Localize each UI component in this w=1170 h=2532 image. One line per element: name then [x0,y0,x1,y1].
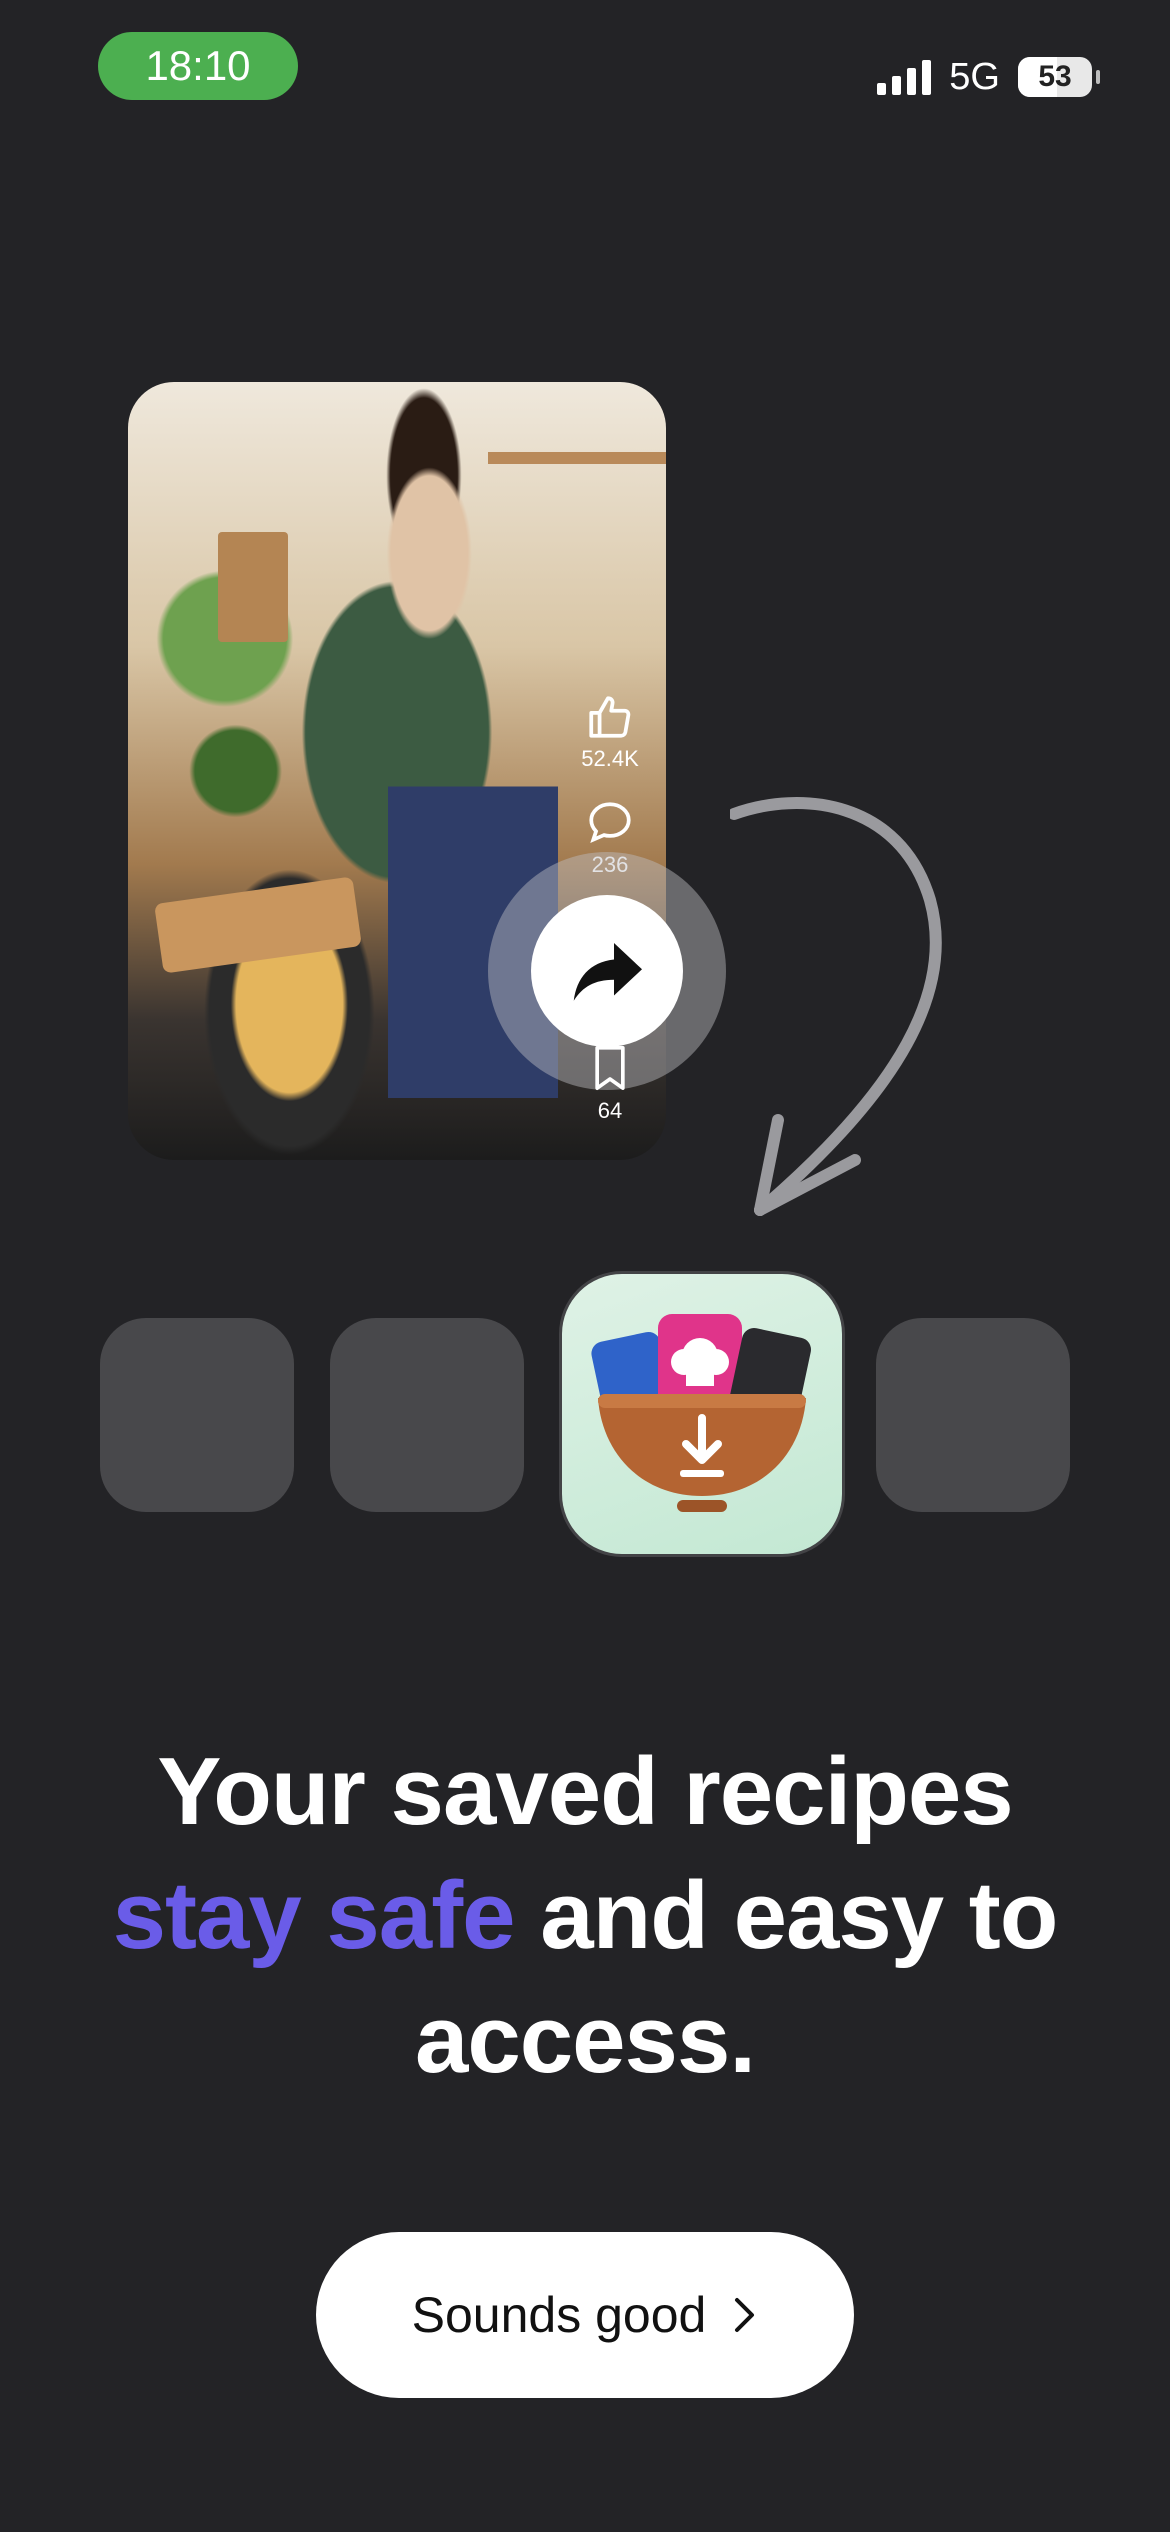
status-time: 18:10 [98,32,298,100]
headline-accent: stay safe [112,1862,516,1969]
headline-line1: Your saved recipes [157,1738,1013,1845]
comment-icon [589,802,631,844]
bookmark-icon [595,1046,625,1090]
save-action[interactable]: 64 [560,1044,660,1124]
kitchen-shelf [488,452,666,464]
network-label: 5G [949,55,1000,98]
curved-arrow-icon [730,797,942,1216]
battery-level: 53 [1038,60,1072,93]
cta-label: Sounds good [411,2287,707,2343]
like-count: 52.4K [581,746,639,771]
video-side-actions: 52.4K 236 [560,692,660,878]
signal-icon [877,59,932,95]
battery-icon: 53 [1018,57,1100,97]
onboarding-headline: Your saved recipes stay safe and easy to… [60,1730,1110,2102]
app-placeholder-3 [876,1318,1070,1512]
thumbs-up-icon [589,696,631,738]
share-button[interactable] [531,895,683,1047]
recipe-bowl-icon [591,1314,811,1512]
app-placeholder-2 [330,1318,524,1512]
cutting-board [154,876,362,974]
sounds-good-button[interactable]: Sounds good [316,2232,854,2398]
like-action[interactable]: 52.4K [581,692,639,772]
status-indicators: 5G 53 [877,52,1100,102]
share-arrow-icon [573,943,642,1001]
save-count: 64 [597,1098,623,1123]
chevron-right-icon [735,2298,755,2332]
recipe-app-icon [562,1274,842,1554]
status-time-label: 18:10 [145,42,251,89]
kitchen-cabinet [218,532,288,642]
app-placeholder-1 [100,1318,294,1512]
